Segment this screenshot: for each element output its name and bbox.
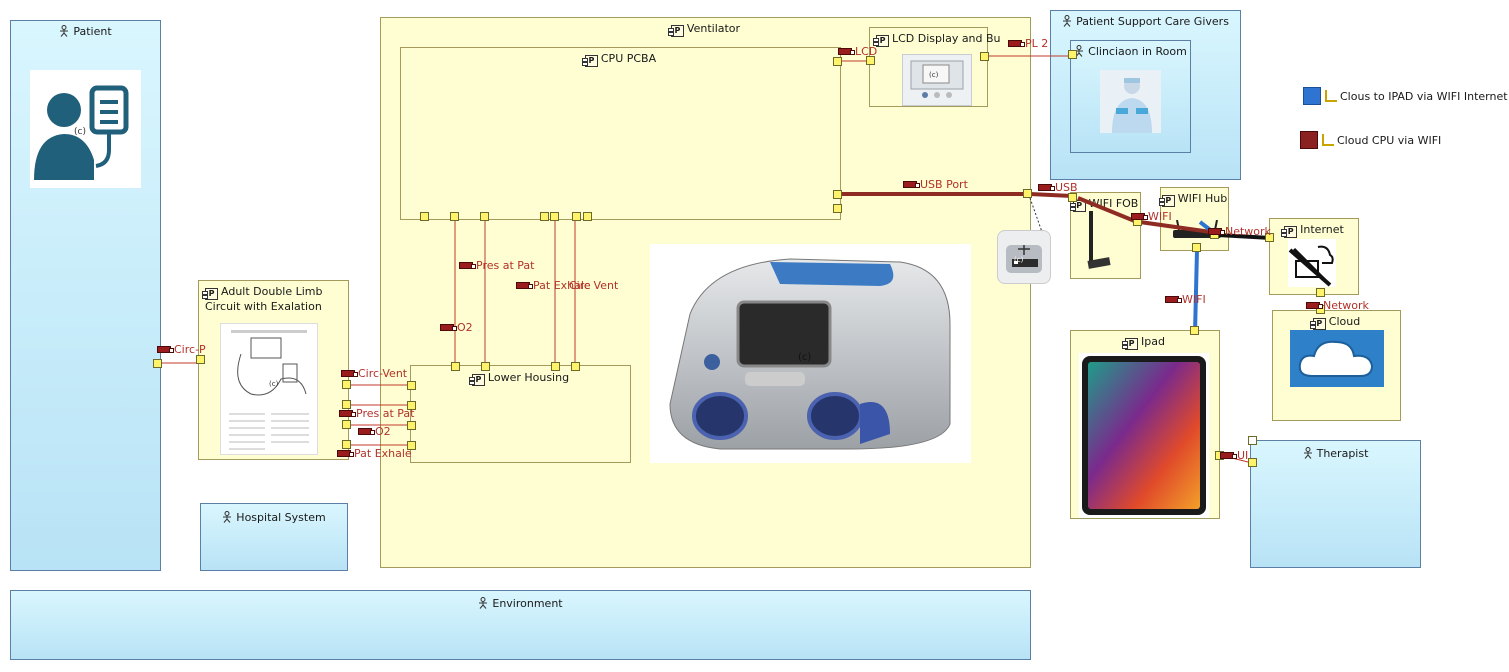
port[interactable] [451, 362, 460, 371]
legend-item-ipad-wifi[interactable]: Clous to IPAD via WIFI Internet [1303, 87, 1508, 105]
port-plug-icon [341, 370, 358, 377]
port[interactable] [833, 57, 842, 66]
port[interactable] [196, 355, 205, 364]
port-label-wifi-ipad: WIFI [1165, 293, 1206, 306]
port[interactable] [1068, 50, 1077, 59]
port-plug-icon [516, 282, 533, 289]
port-label-usb-port: USB Port [903, 178, 968, 191]
port[interactable] [571, 362, 580, 371]
port[interactable] [540, 212, 549, 221]
port-label-o2: O2 [440, 321, 473, 334]
port[interactable] [450, 212, 459, 221]
port-label-pat-exhale-left: Pat Exhale [337, 447, 412, 460]
port-plug-icon [440, 324, 457, 331]
port[interactable] [407, 381, 416, 390]
legend-color-swatch [1300, 131, 1318, 149]
legend-connector-icon [1322, 134, 1334, 146]
port[interactable] [1190, 326, 1199, 335]
port-label-network-hub: Network [1208, 225, 1271, 238]
port-label-pres-at-pat-left: Pres at Pat [339, 407, 414, 420]
port[interactable] [833, 204, 842, 213]
port-plug-icon [1131, 213, 1148, 220]
port[interactable] [153, 359, 162, 368]
port[interactable] [1248, 458, 1257, 467]
legend-connector-icon [1325, 90, 1337, 102]
legend-label: Clous to IPAD via WIFI Internet [1340, 90, 1508, 103]
port[interactable] [480, 212, 489, 221]
port-label-pres-at-pat: Pres at Pat [459, 259, 534, 272]
port-label-pl2: PL 2 [1008, 37, 1048, 50]
legend-item-cloud-cpu[interactable]: Cloud CPU via WIFI [1300, 131, 1441, 149]
legend-color-swatch [1303, 87, 1321, 105]
port-plug-icon [337, 450, 354, 457]
port-plug-icon [838, 48, 855, 55]
port-plug-icon [459, 262, 476, 269]
port-label-network-cloud: Network [1306, 299, 1369, 312]
port[interactable] [551, 362, 560, 371]
port[interactable] [572, 212, 581, 221]
port[interactable] [1023, 189, 1032, 198]
port[interactable] [1192, 243, 1201, 252]
port-label-wifi-fob: WIFI [1131, 210, 1172, 223]
port-label-o2-left: O2 [358, 425, 391, 438]
port-label-ui: UI [1220, 449, 1248, 462]
connector-wires [162, 55, 1332, 464]
port[interactable] [1316, 288, 1325, 297]
port-plug-icon [1306, 302, 1323, 309]
port-label-circ-vent-mid: Circ Vent [569, 279, 619, 292]
port-label-lcd: LCD [838, 45, 877, 58]
port[interactable] [1068, 193, 1077, 202]
port[interactable] [833, 190, 842, 199]
port-plug-icon [1008, 40, 1025, 47]
port[interactable] [550, 212, 559, 221]
port-plug-icon [1220, 452, 1237, 459]
port-label-usb: USB [1038, 181, 1078, 194]
port [1248, 436, 1257, 445]
port[interactable] [342, 380, 351, 389]
port[interactable] [420, 212, 429, 221]
port-plug-icon [157, 346, 174, 353]
port-plug-icon [339, 410, 356, 417]
port-plug-icon [1208, 228, 1225, 235]
port-plug-icon [903, 181, 920, 188]
port-plug-icon [1165, 296, 1182, 303]
legend-label: Cloud CPU via WIFI [1337, 134, 1442, 147]
port[interactable] [481, 362, 490, 371]
port-plug-icon [358, 428, 375, 435]
port-plug-icon [1038, 184, 1055, 191]
port[interactable] [407, 421, 416, 430]
port-label-circ-p: Circ-P [157, 343, 206, 356]
port-label-circ-vent: Circ-Vent [341, 367, 407, 380]
port[interactable] [980, 52, 989, 61]
port[interactable] [342, 420, 351, 429]
port[interactable] [583, 212, 592, 221]
